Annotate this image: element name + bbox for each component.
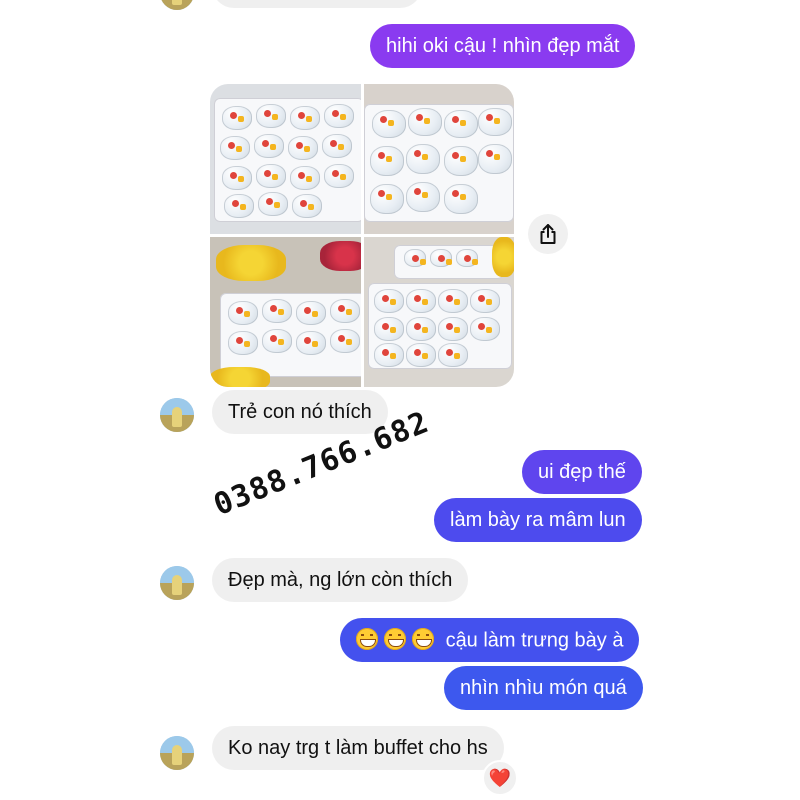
avatar-top-cropped [160,0,194,10]
message-text: làm bày ra mâm lun [450,509,626,531]
photo-1[interactable] [210,84,361,234]
message-bubble-incoming[interactable]: Đẹp mà, ng lớn còn thích [212,558,469,602]
message-bubble-outgoing[interactable]: ui đẹp thế [522,450,642,494]
message-text: Trẻ con nó thích [228,401,372,423]
message-text: cậu làm trưng bày à [445,629,624,652]
photo-3[interactable] [210,237,361,387]
message-text: hihi oki cậu ! nhìn đẹp mắt [386,35,620,57]
heart-reaction-icon[interactable]: ❤️ [482,760,518,796]
message-bubble-outgoing[interactable]: hihi oki cậu ! nhìn đẹp mắt [370,24,636,68]
avatar[interactable] [160,736,194,770]
photo-2[interactable] [364,84,514,234]
grinning-face-icon [412,627,434,650]
message-bubble-incoming[interactable]: Ko nay trg t làm buffet cho hs [212,726,504,770]
photo-4[interactable] [364,237,514,387]
avatar[interactable] [160,566,194,600]
message-bubble-outgoing[interactable]: nhìn nhìu món quá [444,666,643,710]
grinning-face-icon [384,627,406,650]
message-bubble-outgoing[interactable]: làm bày ra mâm lun [434,498,642,542]
message-text: nhìn nhìu món quá [460,677,627,699]
message-text: ui đẹp thế [538,461,626,483]
share-button[interactable] [528,214,568,254]
grinning-face-icon [356,627,378,650]
share-icon [540,224,556,244]
message-bubble-cropped [212,0,422,8]
message-text: Ko nay trg t làm buffet cho hs [228,737,488,759]
message-bubble-outgoing[interactable]: cậu làm trưng bày à [340,618,640,662]
avatar[interactable] [160,398,194,432]
message-text: Đẹp mà, ng lớn còn thích [228,569,453,591]
message-bubble-incoming[interactable]: Trẻ con nó thích [212,390,388,434]
